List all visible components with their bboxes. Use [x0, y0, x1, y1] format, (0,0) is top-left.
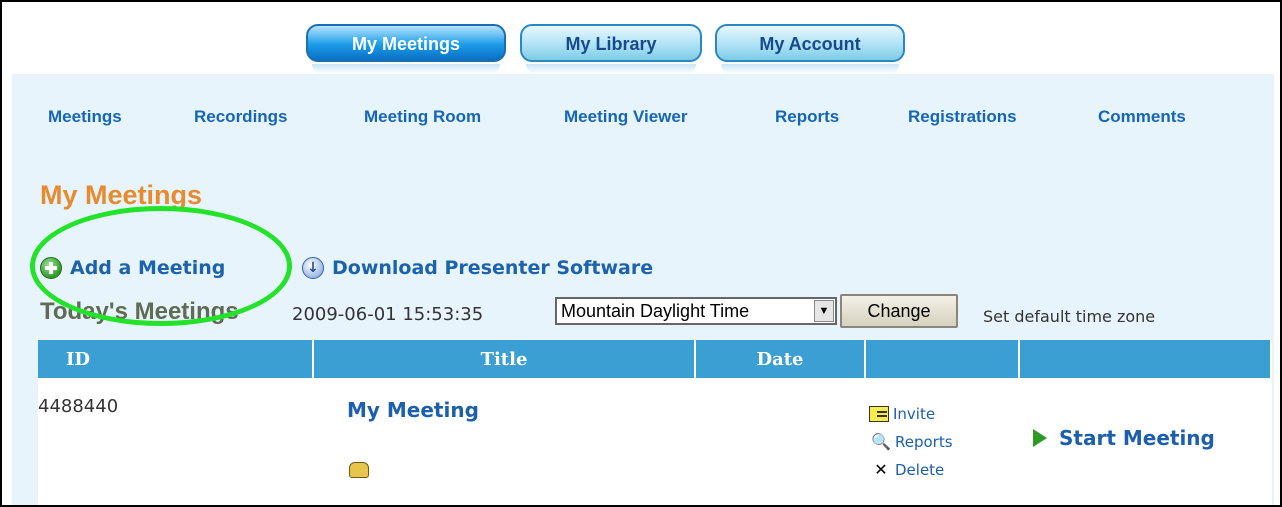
subnav-meeting-viewer[interactable]: Meeting Viewer [564, 107, 687, 127]
header-id: ID [38, 340, 314, 378]
table-row: 4488440 My Meeting Invite 🔍 Reports ✕ De… [38, 378, 1271, 505]
tab-reflection [526, 64, 696, 74]
subnav-reports[interactable]: Reports [775, 107, 839, 127]
meeting-actions: Invite 🔍 Reports ✕ Delete [865, 378, 1019, 505]
header-date: Date [695, 340, 866, 378]
add-meeting-label: Add a Meeting [70, 257, 226, 279]
tab-my-library[interactable]: My Library [520, 24, 702, 62]
subnav-meetings[interactable]: Meetings [48, 107, 122, 127]
meeting-title-link[interactable]: My Meeting [347, 398, 695, 422]
download-icon: ↓ [302, 257, 324, 279]
start-meeting-label: Start Meeting [1059, 426, 1215, 450]
todays-meetings-title: Today's Meetings [40, 298, 239, 325]
phone-icon[interactable] [349, 462, 369, 478]
reports-icon: 🔍 [871, 432, 891, 451]
reports-link[interactable]: 🔍 Reports [869, 428, 1019, 456]
header-title: Title [313, 340, 696, 378]
sub-navigation: Meetings Recordings Meeting Room Meeting… [2, 107, 1280, 135]
tab-my-meetings[interactable]: My Meetings [306, 24, 506, 62]
play-icon [1033, 429, 1047, 447]
table-header-row: ID Title Date [38, 340, 1272, 378]
invite-icon [869, 406, 889, 422]
header-actions [865, 340, 1020, 378]
main-tabs: My Meetings My Library My Account [2, 2, 1280, 74]
app-frame: My Meetings My Library My Account Meetin… [0, 0, 1282, 507]
tab-my-account[interactable]: My Account [715, 24, 905, 62]
subnav-recordings[interactable]: Recordings [194, 107, 288, 127]
change-button[interactable]: Change [840, 294, 958, 328]
page-title: My Meetings [40, 180, 203, 210]
meetings-table: ID Title Date 4488440 My Meeting Invite … [38, 340, 1272, 505]
subnav-comments[interactable]: Comments [1098, 107, 1186, 127]
subnav-meeting-room[interactable]: Meeting Room [364, 107, 481, 127]
tab-reflection [312, 64, 500, 74]
delete-link[interactable]: ✕ Delete [869, 456, 1019, 484]
current-datetime: 2009-06-01 15:53:35 [292, 304, 484, 325]
subnav-registrations[interactable]: Registrations [908, 107, 1017, 127]
set-default-timezone-link[interactable]: Set default time zone [983, 307, 1155, 326]
add-meeting-link[interactable]: Add a Meeting [40, 257, 225, 279]
invite-link[interactable]: Invite [869, 400, 1019, 428]
start-meeting-button[interactable]: Start Meeting [1033, 426, 1271, 450]
start-meeting-cell: Start Meeting [1019, 378, 1271, 505]
invite-label: Invite [893, 405, 936, 423]
timezone-value: Mountain Daylight Time [561, 301, 750, 321]
todays-meetings-bar: Today's Meetings 2009-06-01 15:53:35 Mou… [40, 294, 1270, 334]
download-presenter-link[interactable]: ↓ Download Presenter Software [302, 257, 653, 279]
tab-reflection [721, 64, 899, 74]
timezone-select[interactable]: Mountain Daylight Time ▼ [555, 297, 837, 325]
delete-label: Delete [895, 461, 945, 479]
delete-icon: ✕ [874, 460, 888, 479]
download-presenter-label: Download Presenter Software [332, 257, 654, 279]
meeting-id: 4488440 [38, 378, 313, 505]
reports-label: Reports [895, 433, 953, 451]
header-start [1019, 340, 1272, 378]
meeting-date [695, 378, 865, 505]
dropdown-arrow-icon[interactable]: ▼ [814, 300, 834, 322]
meeting-title-cell: My Meeting [313, 378, 695, 505]
add-icon [40, 257, 62, 279]
